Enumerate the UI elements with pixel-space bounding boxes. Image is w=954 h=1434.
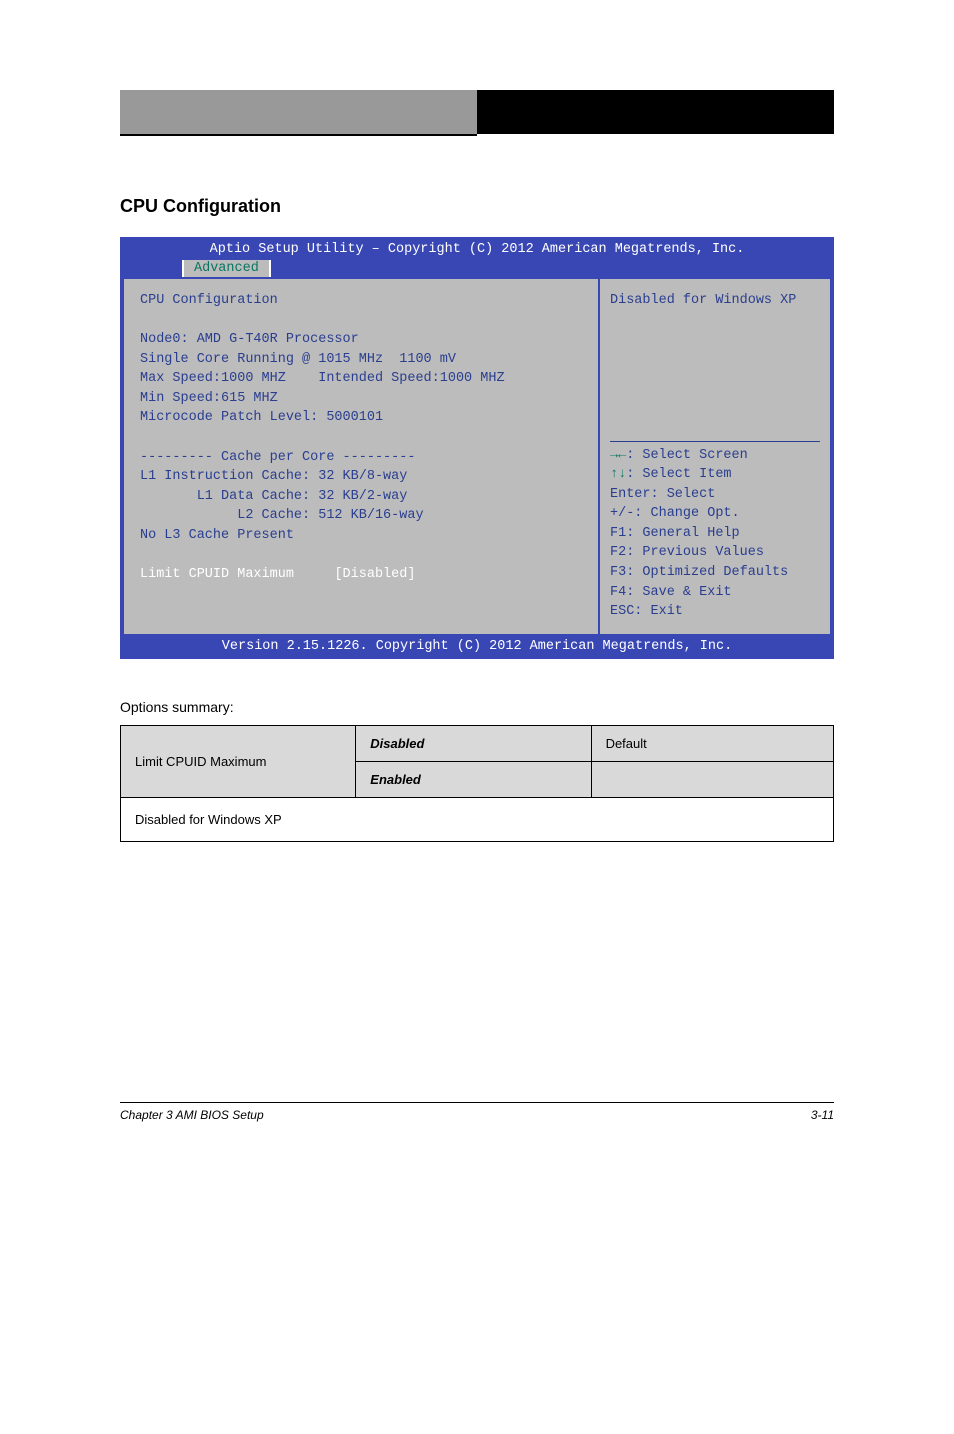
- header-left-block: [120, 90, 477, 136]
- doc-header-bar: [120, 90, 834, 136]
- bios-screenshot: Aptio Setup Utility – Copyright (C) 2012…: [120, 237, 834, 659]
- bios-body: CPU Configuration Node0: AMD G-T40R Proc…: [122, 277, 832, 636]
- footer-chapter: Chapter 3 AMI BIOS Setup: [120, 1108, 264, 1122]
- key-change-opt: +/-: Change Opt.: [610, 504, 820, 524]
- key-f2: F2: Previous Values: [610, 543, 820, 563]
- header-right-block: [477, 90, 834, 136]
- arrows-ud-icon: ↑↓: [610, 467, 626, 482]
- cpu-info-block: Node0: AMD G-T40R Processor Single Core …: [140, 330, 582, 545]
- key-f4: F4: Save & Exit: [610, 583, 820, 603]
- key-f1: F1: General Help: [610, 524, 820, 544]
- bios-main-pane: CPU Configuration Node0: AMD G-T40R Proc…: [124, 279, 598, 634]
- bios-side-pane: Disabled for Windows XP →←: Select Scree…: [600, 279, 830, 634]
- options-summary-label: Options summary:: [120, 699, 834, 715]
- table-row: Disabled for Windows XP: [121, 797, 834, 841]
- key-enter: Enter: Select: [610, 485, 820, 505]
- opt-default-cell: Default: [591, 725, 833, 761]
- side-divider: [610, 441, 820, 442]
- table-row: Limit CPUID Maximum Disabled Default: [121, 725, 834, 761]
- opt-value-cell: Enabled: [356, 761, 591, 797]
- opt-name-cell: Limit CPUID Maximum: [121, 725, 356, 797]
- cpu-config-title: CPU Configuration: [140, 291, 582, 311]
- key-select-item: ↑↓: Select Item: [610, 465, 820, 485]
- option-value: [Disabled]: [334, 567, 415, 582]
- section-title: CPU Configuration: [120, 196, 834, 217]
- key-f3: F3: Optimized Defaults: [610, 563, 820, 583]
- options-table: Limit CPUID Maximum Disabled Default Ena…: [120, 725, 834, 842]
- opt-value-cell: Disabled: [356, 725, 591, 761]
- key-esc: ESC: Exit: [610, 602, 820, 622]
- arrows-lr-icon: →←: [610, 448, 626, 463]
- side-help-text: Disabled for Windows XP: [610, 291, 820, 311]
- bios-tab-row: Advanced: [122, 260, 832, 277]
- opt-blank-cell: [591, 761, 833, 797]
- bios-header: Aptio Setup Utility – Copyright (C) 2012…: [122, 239, 832, 260]
- page-footer: Chapter 3 AMI BIOS Setup 3-11: [120, 1102, 834, 1122]
- option-label: Limit CPUID Maximum: [140, 567, 294, 582]
- limit-cpuid-option[interactable]: Limit CPUID Maximum [Disabled]: [140, 565, 582, 585]
- tab-advanced[interactable]: Advanced: [182, 260, 271, 277]
- bios-footer: Version 2.15.1226. Copyright (C) 2012 Am…: [122, 636, 832, 657]
- key-select-screen: →←: Select Screen: [610, 446, 820, 466]
- opt-description-cell: Disabled for Windows XP: [121, 797, 834, 841]
- footer-page-number: 3-11: [811, 1108, 834, 1122]
